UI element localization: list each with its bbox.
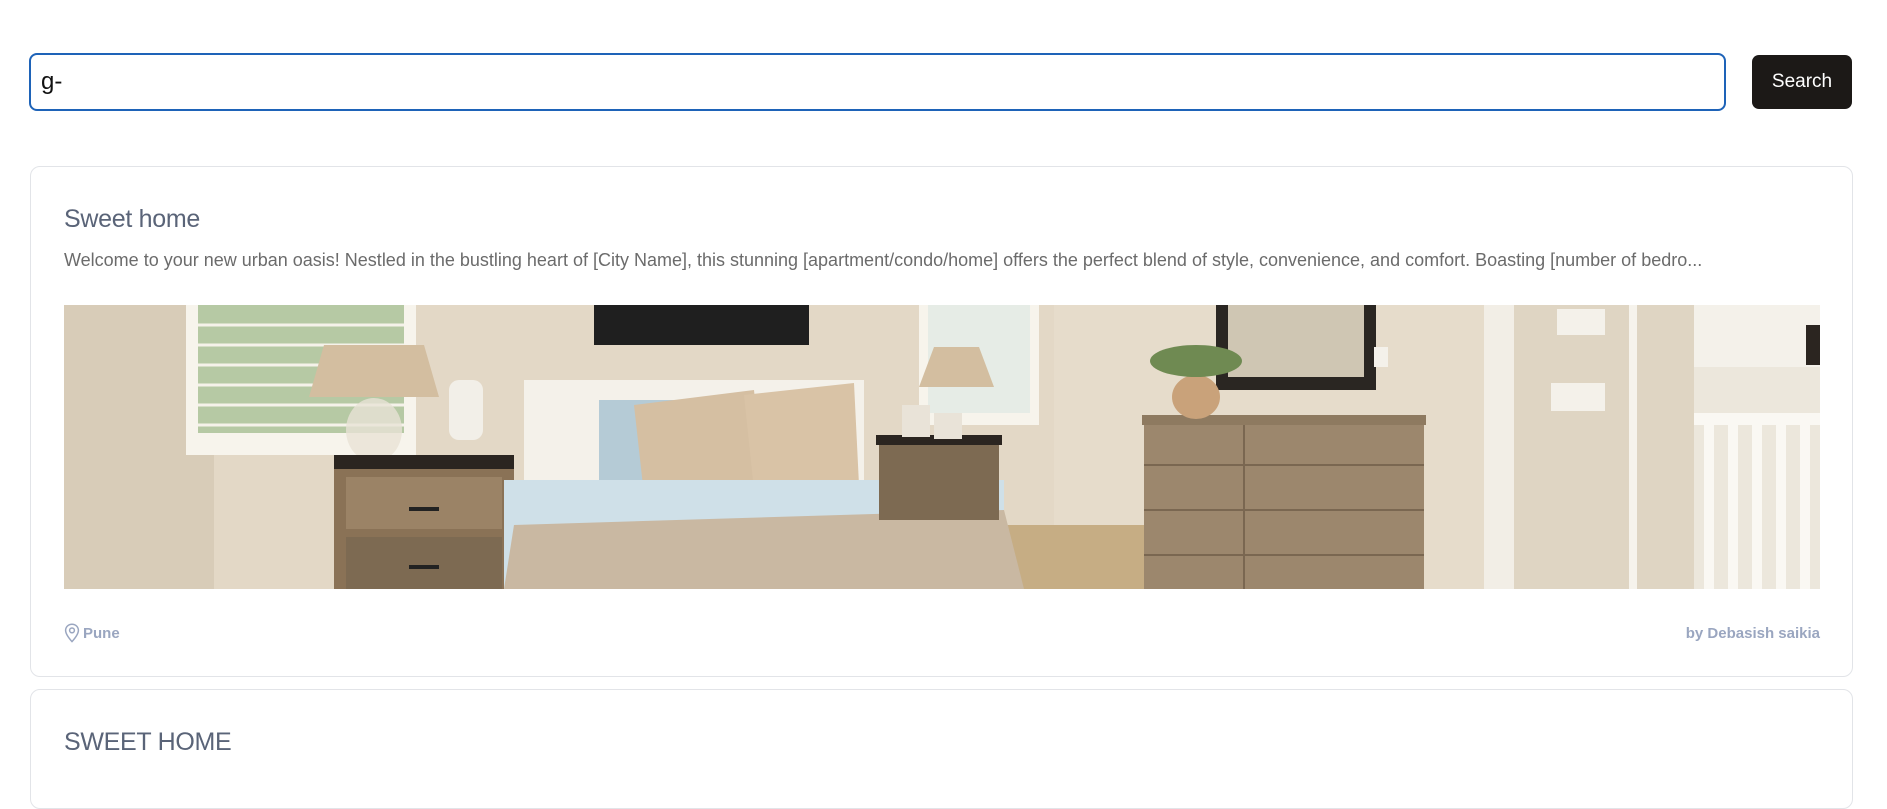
listing-title: SWEET HOME bbox=[64, 728, 232, 756]
listing-title: Sweet home bbox=[64, 205, 200, 233]
listing-photo bbox=[64, 305, 1820, 589]
listing-location: Pune bbox=[64, 623, 120, 643]
listing-card[interactable]: Sweet home Welcome to your new urban oas… bbox=[30, 166, 1853, 677]
map-pin-icon bbox=[64, 623, 80, 643]
location-label: Pune bbox=[83, 624, 120, 642]
search-input[interactable] bbox=[29, 53, 1726, 111]
listing-card[interactable]: SWEET HOME bbox=[30, 689, 1853, 809]
listing-author: by Debasish saikia bbox=[1685, 625, 1820, 642]
listing-description: Welcome to your new urban oasis! Nestled… bbox=[64, 250, 1703, 270]
search-bar: Search bbox=[29, 53, 1854, 111]
listing-meta: Pune by Debasish saikia bbox=[64, 623, 1820, 645]
search-button[interactable]: Search bbox=[1752, 55, 1852, 109]
